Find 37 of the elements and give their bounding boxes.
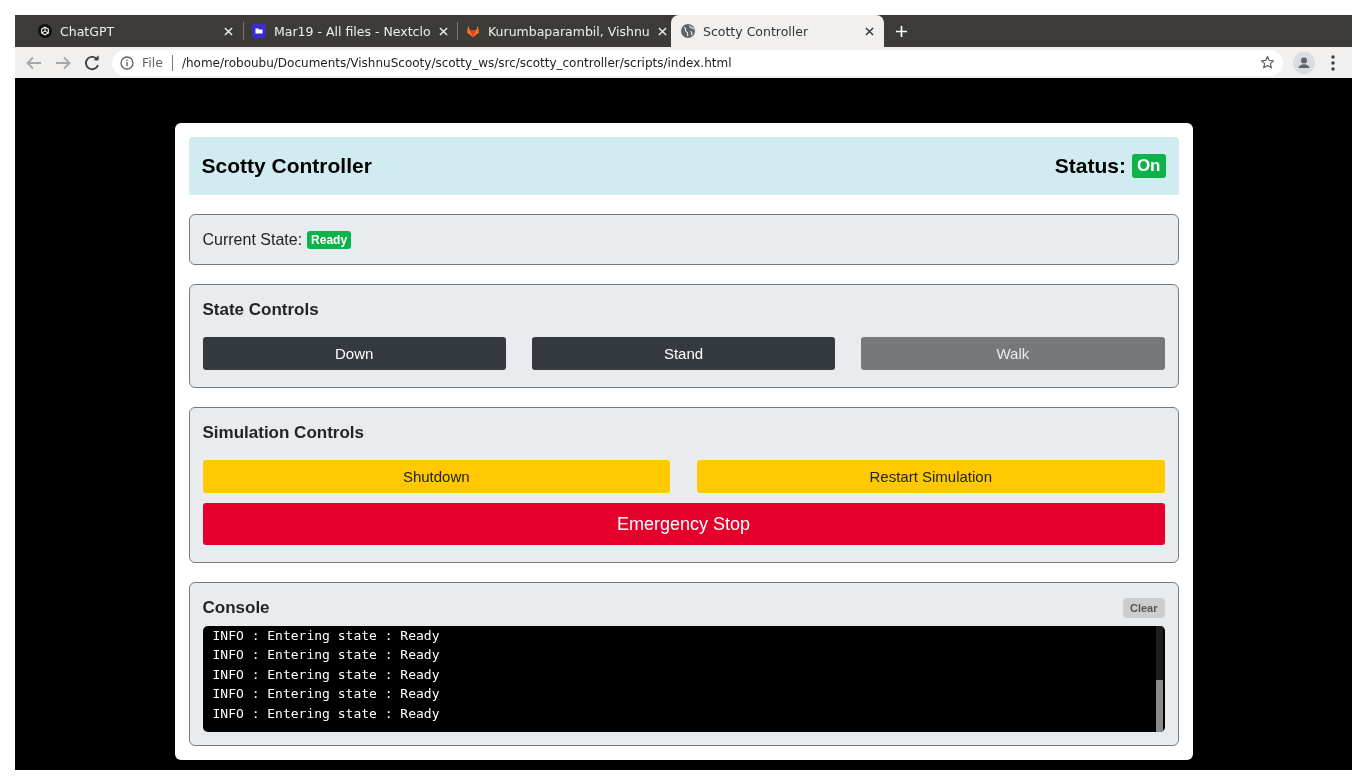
folder-icon [252, 24, 266, 38]
page-title: Scotty Controller [201, 154, 372, 178]
console-line: INFO : Entering state : Ready [212, 627, 440, 645]
browser-tab[interactable]: Mar19 - All files - Nextclo [244, 15, 457, 47]
state-badge: Ready [307, 230, 352, 249]
close-icon[interactable] [865, 26, 874, 36]
emergency-stop-button[interactable]: Emergency Stop [202, 503, 1165, 545]
info-icon [120, 55, 134, 70]
bookmark-star-icon[interactable] [1260, 55, 1275, 70]
panel-title: State Controls [202, 299, 320, 321]
browser-tab[interactable]: Scotty Controller [671, 15, 884, 47]
address-field[interactable]: File /home/roboubu/Documents/VishnuScooty/scotty_ws/src/scotty_controller/scripts/index.html [112, 49, 1283, 76]
panel-title: Simulation Controls [202, 422, 365, 444]
warning-button[interactable]: Shutdown [202, 460, 670, 493]
console-line: INFO : Entering state : Ready [212, 646, 440, 665]
scrollbar-thumb[interactable] [1155, 680, 1163, 732]
state-button[interactable]: Down [202, 337, 506, 370]
knot-logo-icon [38, 24, 52, 38]
status-label: Status: [1054, 154, 1126, 178]
current-state-label: Current State: [202, 230, 303, 249]
url-text: /home/roboubu/Documents/VishnuScooty/scotty_ws/src/scotty_controller/scripts/index.html [181, 55, 733, 70]
browser-tab[interactable]: ChatGPT [30, 15, 243, 47]
panel-title: Console [202, 597, 270, 619]
console-line: INFO : Entering state : Ready [212, 685, 440, 704]
console-line: INFO : Entering state : Ready [212, 665, 440, 684]
profile-avatar-icon[interactable] [1293, 51, 1315, 74]
scrollbar-track[interactable] [1155, 626, 1163, 732]
status-badge: On [1131, 154, 1166, 178]
browser-tab[interactable]: Kurumbaparambil, Vishnu [458, 15, 671, 47]
warning-button[interactable]: Restart Simulation [697, 460, 1165, 493]
clear-button[interactable]: Clear [1122, 598, 1165, 618]
scheme-label: File [142, 55, 163, 70]
state-button[interactable]: Stand [531, 337, 836, 370]
plus-icon[interactable] [895, 24, 908, 38]
console-line: INFO : Entering state : Ready [212, 704, 440, 723]
fox-logo-icon [466, 24, 480, 38]
globe-icon [681, 24, 695, 38]
